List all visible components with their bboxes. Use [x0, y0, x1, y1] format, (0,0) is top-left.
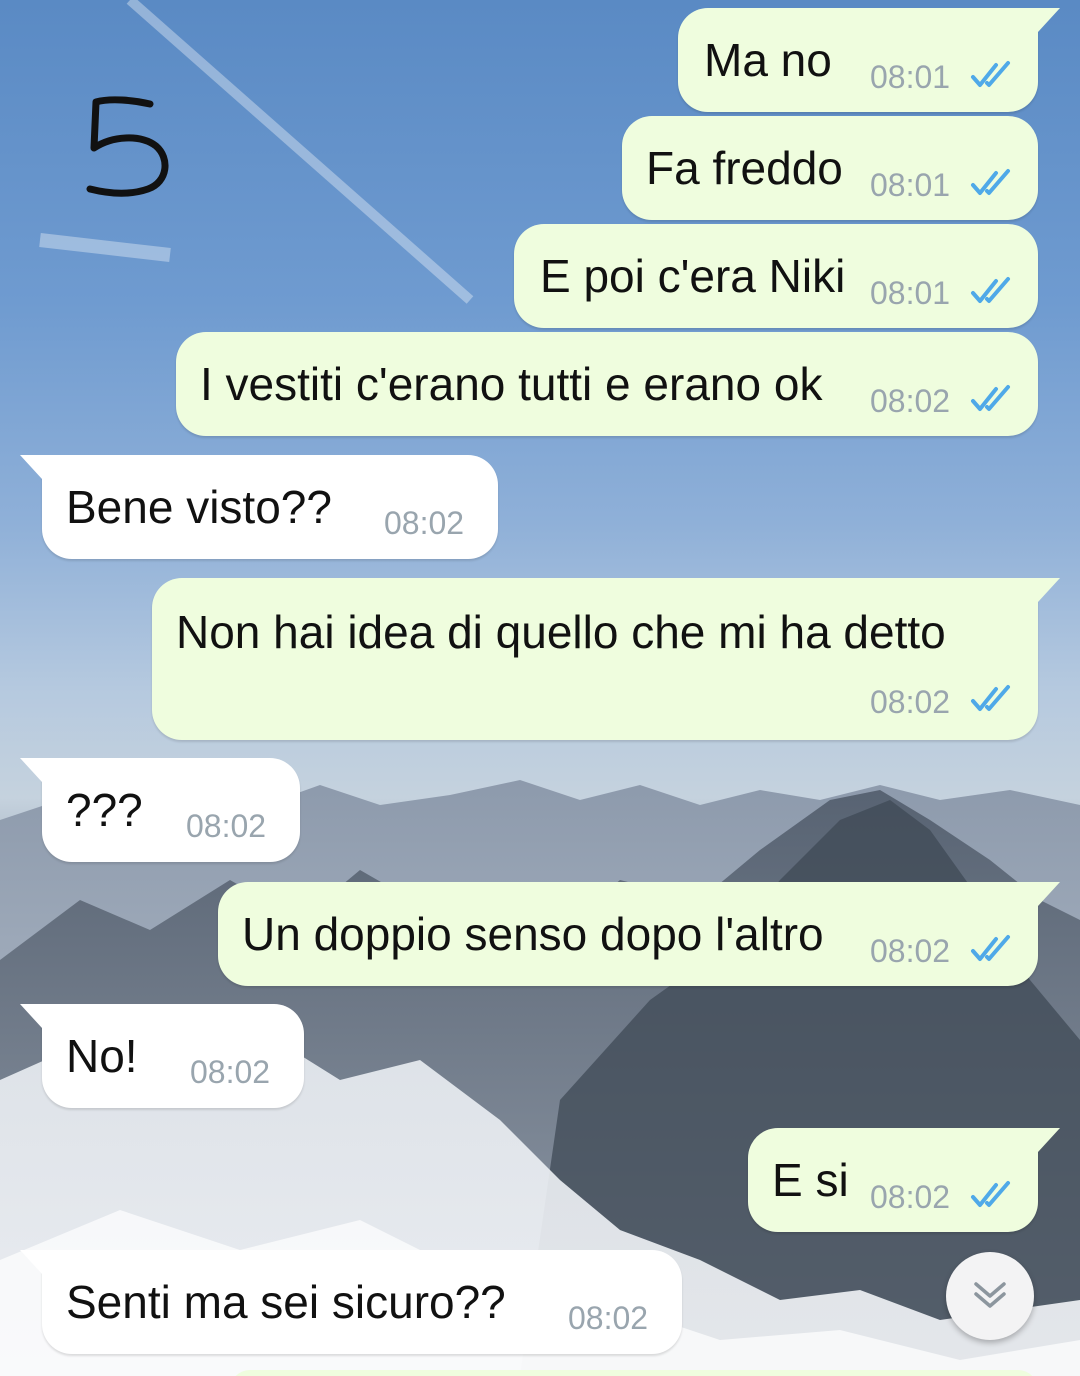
message-bubble-incoming[interactable]: Senti ma sei sicuro?? 08:02 — [20, 1250, 682, 1354]
message-bubble-outgoing[interactable]: Un doppio senso dopo l'altro 08:02 — [218, 882, 1060, 986]
chevron-double-down-icon — [974, 1282, 1006, 1308]
message-text: Bene visto?? — [66, 481, 332, 533]
message-text: I vestiti c'erano tutti e erano ok — [200, 358, 823, 410]
message-bubble-incoming[interactable]: Bene visto?? 08:02 — [20, 455, 498, 559]
message-text: Ma no — [704, 34, 832, 86]
double-check-icon — [971, 385, 1010, 411]
double-check-icon — [971, 935, 1010, 961]
double-check-icon — [971, 1181, 1010, 1207]
message-text: Senti ma sei sicuro?? — [66, 1276, 506, 1328]
message-time: 08:02 — [870, 1179, 951, 1215]
message-text: ??? — [66, 784, 143, 836]
message-bubble-outgoing[interactable]: E poi c'era Niki 08:01 — [514, 224, 1038, 328]
message-bubble-incoming[interactable]: No! 08:02 — [20, 1004, 304, 1108]
message-time: 08:02 — [870, 933, 951, 969]
annotation-number — [86, 96, 169, 197]
chat-area[interactable]: Ma no 08:01 Fa freddo 08:01 E poi c'era … — [0, 0, 1080, 1376]
double-check-icon — [971, 685, 1010, 711]
scroll-to-bottom-button[interactable] — [946, 1252, 1034, 1340]
message-time: 08:01 — [870, 167, 951, 203]
message-time: 08:02 — [568, 1300, 649, 1336]
message-time: 08:02 — [186, 808, 267, 844]
message-bubble-outgoing[interactable]: Fa freddo 08:01 — [622, 116, 1038, 220]
message-bubble-outgoing[interactable]: E si 08:02 — [748, 1128, 1060, 1232]
message-text: E si — [772, 1154, 849, 1206]
double-check-icon — [971, 169, 1010, 195]
message-bubble-partial — [230, 1370, 1038, 1376]
message-text: Un doppio senso dopo l'altro — [242, 908, 824, 960]
message-text: No! — [66, 1030, 138, 1082]
message-time: 08:01 — [870, 59, 951, 95]
double-check-icon — [971, 277, 1010, 303]
message-bubble-outgoing[interactable]: Non hai idea di quello che mi ha detto 0… — [152, 578, 1060, 740]
message-time: 08:02 — [384, 505, 465, 541]
message-bubble-incoming[interactable]: ??? 08:02 — [20, 758, 300, 862]
double-check-icon — [971, 61, 1010, 87]
message-time: 08:01 — [870, 275, 951, 311]
message-time: 08:02 — [190, 1054, 271, 1090]
message-bubble-outgoing[interactable]: Ma no 08:01 — [678, 8, 1060, 112]
message-text: Fa freddo — [646, 142, 843, 194]
message-time: 08:02 — [870, 383, 951, 419]
message-text: Non hai idea di quello che mi ha detto — [176, 606, 946, 658]
message-time: 08:02 — [870, 684, 951, 720]
message-bubble-outgoing[interactable]: I vestiti c'erano tutti e erano ok 08:02 — [176, 332, 1038, 436]
message-text: E poi c'era Niki — [540, 250, 846, 302]
